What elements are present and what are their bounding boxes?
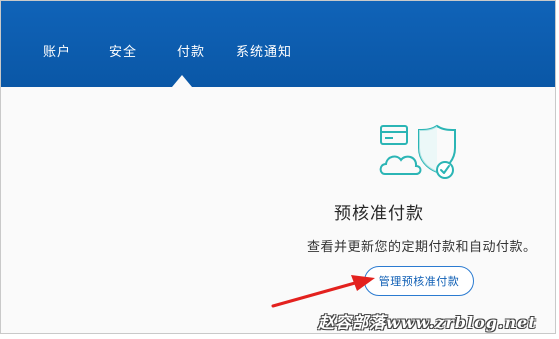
card-cloud-shield-check-icon	[379, 124, 456, 179]
nav-item-payment[interactable]: 付款	[177, 41, 205, 60]
top-navigation-bar: 账户 安全 付款 系统通知	[1, 1, 555, 87]
nav-item-notifications[interactable]: 系统通知	[236, 41, 292, 60]
red-arrow-annotation	[271, 275, 375, 308]
active-tab-indicator	[172, 75, 192, 87]
page-title: 预核准付款	[334, 204, 424, 224]
main-nav: 账户 安全 付款 系统通知	[1, 1, 555, 87]
window-frame: 账户 安全 付款 系统通知 预核准付款 查看并更新您的定期付款和自动付款。 管理…	[0, 0, 556, 334]
nav-item-security[interactable]: 安全	[109, 41, 137, 60]
nav-item-account[interactable]: 账户	[43, 41, 71, 60]
page-description: 查看并更新您的定期付款和自动付款。	[307, 240, 537, 255]
site-watermark: 赵容部落www.zrblog.net	[318, 313, 537, 332]
